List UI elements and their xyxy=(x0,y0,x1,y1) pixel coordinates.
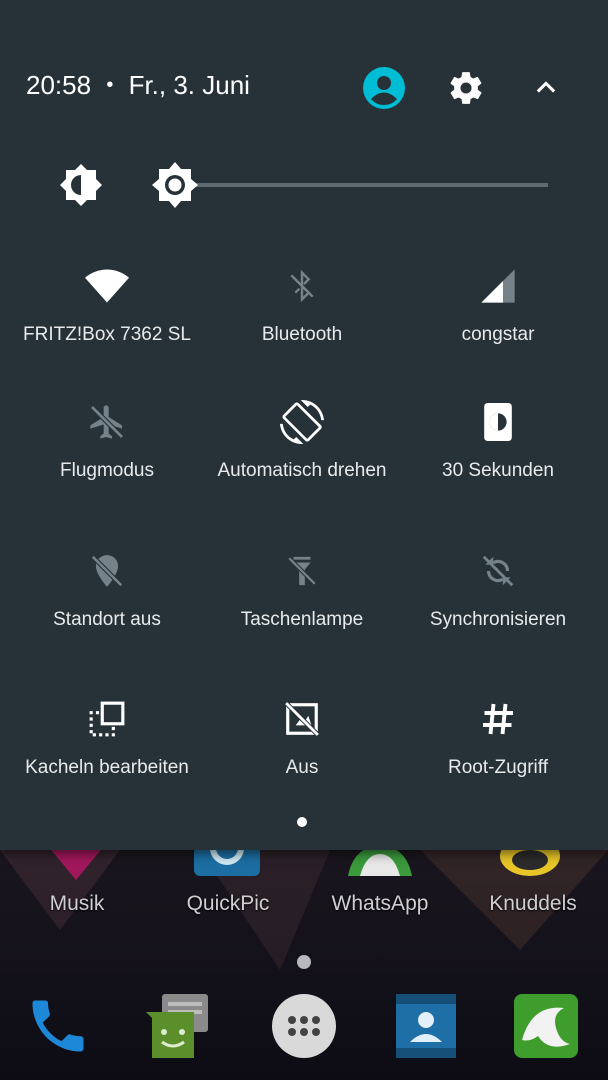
tile-label: Aus xyxy=(285,757,319,778)
tile-label: Bluetooth xyxy=(261,324,343,345)
settings-gear-icon[interactable] xyxy=(444,66,488,110)
screen-timeout-icon xyxy=(474,398,522,446)
tile-label: FRITZ!Box 7362 SL xyxy=(23,324,191,345)
tile-label: Synchronisieren xyxy=(429,609,567,630)
brightness-slider[interactable] xyxy=(176,183,548,187)
tile-wifi[interactable]: FRITZ!Box 7362 SL xyxy=(7,262,207,346)
tile-label: Flugmodus xyxy=(60,460,154,481)
bluetooth-off-icon xyxy=(278,262,326,310)
auto-rotate-icon xyxy=(278,398,326,446)
knuddels-app-icon[interactable] xyxy=(500,846,560,876)
auto-brightness-icon[interactable] xyxy=(60,164,102,206)
airplane-icon xyxy=(83,398,131,446)
tile-screen-off[interactable]: Aus xyxy=(202,695,402,779)
status-header: 20:58 • Fr., 3. Juni xyxy=(26,70,250,101)
clock[interactable]: 20:58 xyxy=(26,70,91,100)
app-label-knuddels[interactable]: Knuddels xyxy=(463,892,603,916)
app-label-whatsapp[interactable]: WhatsApp xyxy=(310,892,450,916)
flashlight-off-icon xyxy=(278,547,326,595)
whatsapp-app-icon[interactable] xyxy=(344,846,416,876)
signal-icon xyxy=(474,262,522,310)
app-label-quickpic[interactable]: QuickPic xyxy=(158,892,298,916)
screen-off-icon xyxy=(278,695,326,743)
tile-label: Taschenlampe xyxy=(240,609,364,630)
tile-screen-timeout[interactable]: 30 Sekunden xyxy=(398,398,598,482)
tiles-page-indicator xyxy=(297,817,307,827)
app-drawer-icon[interactable] xyxy=(270,992,338,1060)
user-account-icon[interactable] xyxy=(362,66,406,110)
dolphin-browser-icon[interactable] xyxy=(512,992,580,1060)
tile-auto-rotate[interactable]: Automatisch drehen xyxy=(202,398,402,482)
tile-sync[interactable]: Synchronisieren xyxy=(398,547,598,631)
tile-root-access[interactable]: Root-Zugriff xyxy=(398,695,598,779)
tile-mobile-network[interactable]: congstar xyxy=(398,262,598,346)
tile-flashlight[interactable]: Taschenlampe xyxy=(202,547,402,631)
messaging-icon[interactable] xyxy=(144,992,212,1060)
sync-off-icon xyxy=(474,547,522,595)
tile-edit-tiles[interactable]: Kacheln bearbeiten xyxy=(7,695,207,779)
quick-settings-panel: 20:58 • Fr., 3. Juni FRITZ!Box 7362 SL B… xyxy=(0,0,608,850)
tile-label: Standort aus xyxy=(53,609,161,630)
date[interactable]: Fr., 3. Juni xyxy=(129,70,250,100)
contacts-icon[interactable] xyxy=(392,992,460,1060)
app-label-musik[interactable]: Musik xyxy=(7,892,147,916)
tile-location[interactable]: Standort aus xyxy=(7,547,207,631)
collapse-chevron-up-icon[interactable] xyxy=(524,66,568,110)
music-app-icon[interactable] xyxy=(48,846,104,880)
tile-bluetooth[interactable]: Bluetooth xyxy=(202,262,402,346)
hash-icon xyxy=(474,695,522,743)
tile-label: Root-Zugriff xyxy=(448,757,548,778)
separator: • xyxy=(106,74,114,96)
tile-label: Automatisch drehen xyxy=(217,460,387,481)
home-page-indicator xyxy=(297,955,311,969)
brightness-slider-thumb[interactable] xyxy=(151,162,198,208)
phone-icon[interactable] xyxy=(24,992,92,1060)
edit-tiles-icon xyxy=(83,695,131,743)
location-off-icon xyxy=(83,547,131,595)
tile-label: Kacheln bearbeiten xyxy=(25,757,189,778)
wifi-icon xyxy=(83,262,131,310)
tile-label: 30 Sekunden xyxy=(442,460,554,481)
tile-airplane-mode[interactable]: Flugmodus xyxy=(7,398,207,482)
tile-label: congstar xyxy=(461,324,535,345)
quickpic-app-icon[interactable] xyxy=(194,846,260,876)
